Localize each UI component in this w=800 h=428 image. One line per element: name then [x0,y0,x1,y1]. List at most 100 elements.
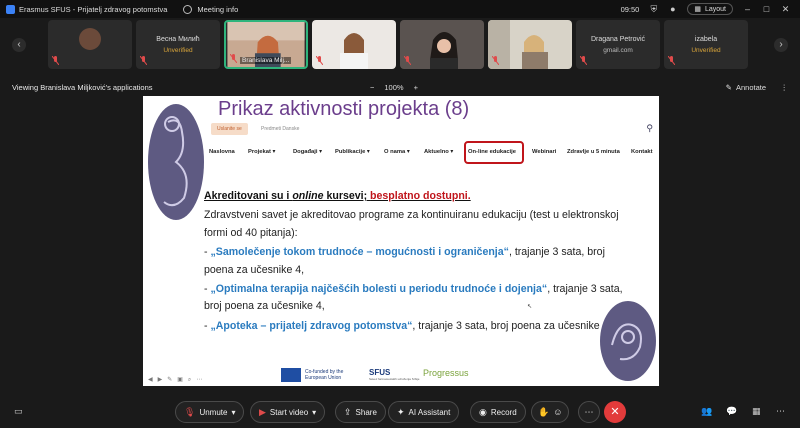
captions-icon[interactable]: ▭ [14,406,23,417]
participant-tile[interactable] [400,20,484,69]
participant-tile[interactable] [48,20,132,69]
mic-muted-icon [230,54,237,63]
participant-tile-active-speaker[interactable]: Branislava Milj... [224,20,308,69]
share-view-bar: Viewing Branislava Miljković's applicati… [0,78,800,96]
slide-title: Prikaz aktivnosti projekta (8) [218,98,470,120]
meeting-controls: ▭ 🎙 Unmute ▾ ▶ Start video ▾ ⇪ Share ✦ A… [0,398,800,428]
zoom-controls: − 100% + [370,83,418,92]
eu-cofunded-text: Co-funded by the European Union [305,369,344,381]
strip-next-button[interactable]: › [774,38,788,52]
course-name: „Apoteka – prijatelj zdravog potomstva“ [210,319,413,332]
annotate-button[interactable]: ✎ Annotate [726,83,766,92]
slide-intro: Zdravstveni savet je akreditovao program… [204,209,619,239]
minimize-icon[interactable]: – [743,4,752,14]
start-video-button[interactable]: ▶ Start video ▾ [250,401,326,423]
clock-time: 09:50 [620,4,640,14]
more-panels-icon[interactable]: ⋯ [776,406,785,417]
viewing-label: Viewing Branislava Miljković's applicati… [12,82,153,92]
heading-text: Akreditovani su i [204,190,293,202]
info-icon[interactable] [183,4,193,14]
more-options-button[interactable]: ⋯ [578,401,600,423]
menu-item: Projekat ▾ [248,149,276,155]
menu-item: Naslovna [209,149,235,155]
slideshow-toolbar[interactable]: ◀▶✎▣⌕⋯ [148,376,207,384]
zoom-out-button[interactable]: − [370,83,374,92]
participant-name: izabela [694,36,718,43]
participant-name: Весна Милић [156,36,200,43]
chevron-down-icon: ▾ [312,407,317,417]
course-details: , trajanje 3 sata, broj poena za učesnik… [412,319,609,332]
course-item: - „Optimalna terapija najčešćih bolesti … [204,281,624,316]
zoom-in-button[interactable]: + [414,83,418,92]
chevron-left-icon: ‹ [17,39,21,50]
participant-video [312,20,396,69]
menu-item: Kontakt [631,149,653,155]
more-icon: ⋯ [584,407,594,417]
website-cta-label: Predmeti Danske [261,126,300,132]
connection-icon[interactable]: ● [668,4,677,14]
sfus-logo-subtitle: Savez farmaceutskih udruženja Srbije [369,377,420,381]
more-options-icon[interactable]: ⋮ [781,83,789,92]
course-item: - „Apoteka – prijatelj zdravog potomstva… [204,318,624,335]
unmute-button[interactable]: 🎙 Unmute ▾ [175,401,245,423]
strip-prev-button[interactable]: ‹ [12,38,26,52]
participant-name: Dragana Petrović [590,36,646,43]
slide-heading: Akreditovani su i online kursevi; bespla… [204,188,624,205]
grid-icon: ▦ [694,6,701,13]
participant-tile[interactable] [312,20,396,69]
participant-tile[interactable]: Весна Милић Unverified [136,20,220,69]
mic-muted-icon [316,56,323,65]
layout-button[interactable]: ▦ Layout [687,3,733,15]
leave-meeting-button[interactable]: ✕ [604,401,626,423]
heading-text: kursevi; [323,190,371,202]
annotate-label: Annotate [735,82,766,92]
share-button[interactable]: ⇪ Share [335,401,386,423]
mic-muted-icon [404,56,411,65]
layout-label: Layout [704,5,726,13]
reactions-button[interactable]: ✋ ☺ [531,401,570,423]
participant-tile[interactable]: Dragana Petrović gmail.com [576,20,660,69]
course-name: „Optimalna terapija najčešćih bolesti u … [210,283,548,296]
maximize-icon[interactable]: □ [762,4,771,14]
unmute-label: Unmute [199,407,228,417]
participant-video [488,20,572,69]
video-off-icon: ▶ [259,406,266,417]
menu-item: Publikacije ▾ [335,149,370,155]
emoji-icon: ☺ [553,407,563,417]
heading-online: online [292,190,324,202]
participants-icon[interactable]: 👥 [701,406,712,417]
menu-highlight-box [464,141,524,164]
participant-tile[interactable]: izabela Unverified [664,20,748,69]
zoom-level[interactable]: 100% [384,83,403,92]
heading-highlight: besplatno dostupni. [370,190,471,202]
record-icon: ◉ [479,406,487,417]
unverified-badge: Unverified [691,47,721,54]
ai-assistant-button[interactable]: ✦ AI Assistant [388,401,460,423]
shield-icon[interactable]: ⛨ [649,4,658,14]
progressus-logo: Progressus [423,368,469,378]
sfus-logo: SFUS [369,368,391,377]
share-label: Share [355,407,377,417]
mic-muted-icon [492,56,499,65]
participant-video [400,20,484,69]
window-titlebar: Erasmus SFUS - Prijatelj zdravog potomst… [0,0,800,18]
chat-icon[interactable]: 💬 [726,406,737,417]
meeting-info-link[interactable]: Meeting info [197,5,238,14]
website-header: Uslanite se Predmeti Danske ⚲ [207,120,657,140]
eu-flag-icon [281,368,301,382]
close-icon[interactable]: ✕ [781,4,790,14]
share-icon: ⇪ [344,406,352,417]
shared-slide: Prikaz aktivnosti projekta (8) Uslanite … [143,96,659,386]
mouse-cursor-icon: ↖ [527,304,533,310]
menu-item: Zdravlje u 5 minuta [567,149,620,155]
course-item: - „Samolečenje tokom trudnoće – mogućnos… [204,244,624,279]
course-name: „Samolečenje tokom trudnoće – mogućnosti… [210,246,509,259]
chevron-right-icon: › [779,39,783,50]
window-title: Erasmus SFUS - Prijatelj zdravog potomst… [19,4,168,14]
partner-logos: Co-funded by the European Union SFUS Sav… [281,366,521,384]
apps-icon[interactable]: ▦ [752,406,761,417]
ai-assistant-label: AI Assistant [408,407,451,417]
mic-muted-icon [668,56,675,65]
record-button[interactable]: ◉ Record [470,401,526,423]
participant-tile[interactable] [488,20,572,69]
